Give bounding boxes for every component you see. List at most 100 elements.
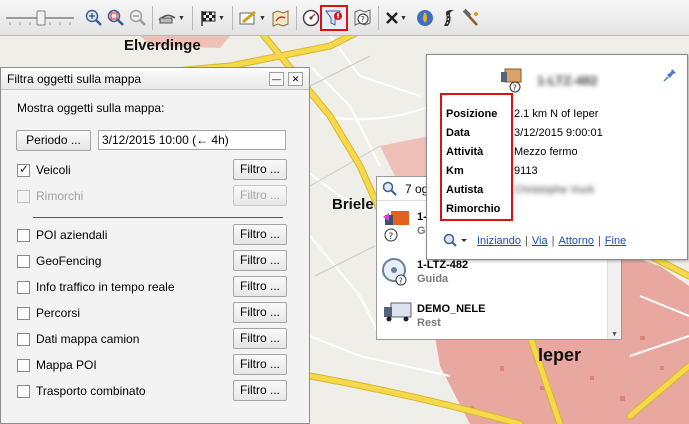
svg-text:?: ? (399, 277, 403, 286)
scroll-down-icon[interactable]: ▼ (611, 331, 618, 338)
vehicle-status: Rest (417, 317, 441, 329)
popup-links: Iniziando | Via | Attorno | Fine (477, 235, 627, 247)
vehicle-truck-icon: ? (501, 68, 522, 93)
routes-filter-button[interactable]: Filtro ... (233, 302, 287, 323)
option-vehicles[interactable]: Veicoli (17, 160, 71, 180)
poi-map-checkbox[interactable] (17, 358, 30, 372)
map-layers-icon[interactable] (270, 7, 292, 29)
svg-text:?: ? (513, 84, 517, 93)
list-item[interactable]: DEMO_NELE Rest (381, 297, 607, 341)
show-objects-label-row: Mostra oggetti sulla mappa: (17, 98, 164, 118)
close-x-icon[interactable]: ▼ (382, 7, 410, 29)
map-toolbar: ▼ ▼ ▼ ? ▼ (0, 0, 689, 36)
trailers-filter-button: Filtro ... (233, 185, 287, 206)
truck-map-data-filter-button[interactable]: Filtro ... (233, 328, 287, 349)
speedometer-icon[interactable] (300, 7, 322, 29)
option-poi-map[interactable]: Mappa POI (17, 355, 97, 375)
pin-icon[interactable] (663, 68, 677, 82)
km-key: Km (446, 165, 464, 177)
vehicle-status: Guida (417, 273, 449, 285)
traffic-info-checkbox[interactable] (17, 280, 30, 294)
company-poi-label: POI aziendali (36, 228, 108, 242)
zoom-area-icon[interactable] (106, 7, 126, 29)
truck-alert-icon: ? (383, 211, 409, 242)
svg-text:?: ? (361, 15, 365, 24)
zoom-slider-icon[interactable] (2, 8, 76, 28)
truck-map-data-label: Dati mappa camion (36, 332, 140, 346)
link-end[interactable]: Fine (605, 235, 626, 247)
option-geofencing[interactable]: GeoFencing (17, 251, 101, 271)
date-value: 3/12/2015 9:00:01 (514, 127, 603, 139)
vehicle-info-popup: ? 1-LTZ-482 Posizione 2.1 km N of Ieper … (426, 54, 688, 260)
filter-map-icon[interactable] (320, 5, 348, 31)
combined-transport-checkbox[interactable] (17, 384, 30, 398)
hammer-icon[interactable] (460, 7, 482, 29)
place-label-elverdinge: Elverdinge (124, 37, 201, 54)
period-value-field[interactable] (98, 130, 286, 150)
show-objects-label: Mostra oggetti sulla mappa: (17, 101, 165, 115)
fuel-drop-icon[interactable] (414, 7, 436, 29)
popup-vehicle-id: 1-LTZ-482 (537, 73, 598, 88)
option-truck-map-data[interactable]: Dati mappa camion (17, 329, 139, 349)
close-icon: ✕ (291, 74, 300, 84)
trailer-key: Rimorchio (446, 203, 501, 215)
option-traffic-info[interactable]: Info traffico in tempo reale (17, 277, 175, 297)
vehicles-checkbox[interactable] (17, 162, 30, 177)
combined-transport-label: Trasporto combinato (36, 384, 146, 398)
poi-map-filter-button[interactable]: Filtro ... (233, 354, 287, 375)
separator-line (33, 217, 283, 218)
zoom-out-icon[interactable] (128, 7, 148, 29)
steering-wheel-icon: ? (382, 258, 407, 286)
edit-map-icon[interactable]: ▼ (237, 7, 267, 29)
truck-route-icon[interactable]: ▼ (156, 7, 186, 29)
option-company-poi[interactable]: POI aziendali (17, 225, 107, 245)
vehicle-count-label: 7 og (405, 182, 429, 196)
link-start[interactable]: Iniziando (477, 235, 521, 247)
traffic-info-filter-button[interactable]: Filtro ... (233, 276, 287, 297)
traffic-info-label: Info traffico in tempo reale (36, 280, 175, 294)
option-trailers: Rimorchi (17, 186, 83, 206)
filter-panel-titlebar[interactable]: Filtra oggetti sulla mappa — ✕ (1, 68, 309, 90)
vehicle-name: 1-LTZ-482 (417, 259, 469, 271)
routes-label: Percorsi (36, 306, 81, 320)
zoom-menu-icon[interactable] (443, 233, 469, 252)
activity-value: Mezzo fermo (514, 146, 578, 158)
truck-map-data-checkbox[interactable] (17, 332, 30, 346)
poi-map-label: Mappa POI (36, 358, 97, 372)
position-key: Posizione (446, 108, 498, 120)
close-button[interactable]: ✕ (288, 72, 303, 86)
road-icon[interactable] (438, 7, 460, 29)
help-map-icon[interactable]: ? (352, 7, 374, 29)
company-poi-filter-button[interactable]: Filtro ... (233, 224, 287, 245)
checkered-flag-icon[interactable]: ▼ (197, 7, 227, 29)
vehicle-name: DEMO_NELE (417, 303, 486, 315)
routes-checkbox[interactable] (17, 306, 30, 320)
activity-key: Attività (446, 146, 484, 158)
driver-value: Christophe Vuck (514, 184, 595, 196)
driver-key: Autista (446, 184, 484, 196)
option-routes[interactable]: Percorsi (17, 303, 80, 323)
company-poi-checkbox[interactable] (17, 228, 30, 242)
link-around[interactable]: Attorno (558, 235, 593, 247)
link-via[interactable]: Via (532, 235, 548, 247)
filter-panel: Filtra oggetti sulla mappa — ✕ Mostra og… (0, 67, 310, 424)
minimize-icon: — (272, 74, 281, 84)
vehicles-label: Veicoli (36, 163, 71, 177)
combined-transport-filter-button[interactable]: Filtro ... (233, 380, 287, 401)
zoom-to-vehicles-icon[interactable] (382, 181, 398, 205)
date-key: Data (446, 127, 470, 139)
zoom-slider[interactable] (2, 7, 76, 29)
zoom-in-icon[interactable] (84, 7, 104, 29)
trailers-checkbox (17, 189, 30, 203)
minimize-button[interactable]: — (269, 72, 284, 86)
geofencing-checkbox[interactable] (17, 254, 30, 268)
option-combined-transport[interactable]: Trasporto combinato (17, 381, 146, 401)
vehicles-filter-button[interactable]: Filtro ... (233, 159, 287, 180)
period-button[interactable]: Periodo ... (16, 130, 91, 151)
geofencing-filter-button[interactable]: Filtro ... (233, 250, 287, 271)
truck-icon (384, 302, 412, 322)
filter-panel-title: Filtra oggetti sulla mappa (7, 72, 142, 86)
km-value: 9113 (514, 165, 538, 177)
geofencing-label: GeoFencing (36, 254, 102, 268)
place-label-briele: Briele (332, 196, 374, 213)
